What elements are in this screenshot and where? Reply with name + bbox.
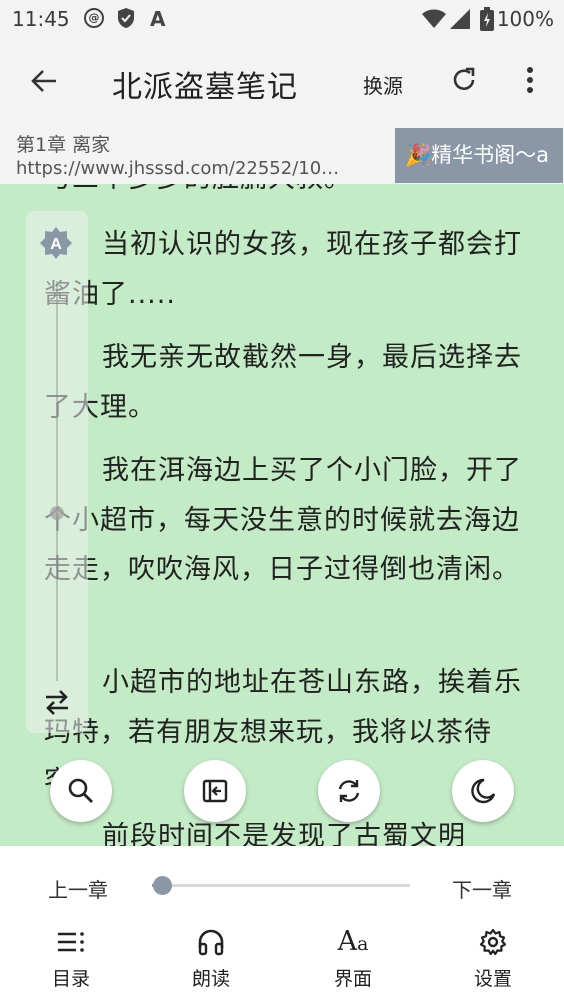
headphones-icon	[166, 924, 256, 960]
more-vert-icon	[527, 67, 533, 93]
gear-icon	[448, 924, 538, 960]
next-chapter-button[interactable]: 下一章	[452, 874, 512, 903]
chapter-progress-knob[interactable]	[152, 876, 172, 895]
signal-icon	[450, 9, 470, 33]
night-mode-button[interactable]	[452, 760, 514, 822]
refresh-button[interactable]	[446, 60, 482, 100]
auto-page-button[interactable]	[184, 760, 246, 822]
battery-icon	[480, 7, 494, 35]
previous-chapter-button[interactable]: 上一章	[48, 874, 108, 903]
replace-button[interactable]	[318, 760, 380, 822]
paragraph: 当初认识的女孩，现在孩子都会打酱油了.....	[44, 229, 522, 310]
nav-catalog-label: 目录	[51, 968, 90, 990]
nav-read-aloud[interactable]: 朗读	[166, 924, 256, 1002]
swap-horiz-icon	[46, 690, 68, 715]
catalog-icon	[26, 924, 116, 960]
more-menu-button[interactable]	[516, 60, 544, 100]
a-icon: A	[150, 7, 166, 31]
auto-page-icon	[202, 779, 228, 803]
bottom-menu: 上一章 下一章 目录 朗读 Aa 界面 设置	[0, 846, 564, 1004]
source-name-badge[interactable]: 🎉精华书阁〜a	[395, 128, 563, 183]
brightness-slider[interactable]	[56, 281, 58, 681]
switch-source-button[interactable]: 换源	[363, 70, 403, 99]
auto-brightness-label: A	[50, 236, 62, 253]
paragraph: 与三个多多的肚腩大叔。	[44, 184, 524, 204]
nav-settings-label: 设置	[473, 968, 512, 990]
top-app-bar: 北派盗墓笔记 换源	[0, 38, 564, 124]
paragraph: 我无亲无故截然一身，最后选择去了大理。	[44, 342, 522, 423]
battery-percent: 100%	[496, 7, 554, 31]
chapter-title: 第1章 离家	[16, 134, 111, 156]
status-bar: 11:45 @ A 100%	[0, 0, 564, 38]
search-icon	[68, 778, 93, 803]
search-button[interactable]	[50, 760, 112, 822]
font-icon: Aa	[337, 926, 369, 957]
book-title: 北派盗墓笔记	[112, 70, 298, 105]
swap-side-button[interactable]	[40, 689, 74, 719]
arrow-left-icon	[31, 70, 56, 92]
nav-catalog[interactable]: 目录	[26, 924, 116, 1002]
nav-read-aloud-label: 朗读	[191, 968, 230, 990]
shield-icon	[116, 7, 136, 33]
nav-settings[interactable]: 设置	[448, 924, 538, 1002]
brightness-auto-icon: A	[40, 227, 72, 259]
chapter-progress-track[interactable]	[152, 884, 410, 887]
night-mode-icon	[471, 778, 496, 804]
refresh-icon	[453, 67, 475, 90]
paragraph: 我在洱海边上买了个小门脸，开了个小超市，每天没生意的时候就去海边走走，吹吹海风，…	[44, 455, 522, 585]
back-button[interactable]	[22, 60, 66, 104]
chapter-url: https://www.jhsssd.com/22552/10…	[16, 158, 340, 179]
replace-icon	[338, 780, 360, 802]
brightness-panel: A	[26, 211, 88, 733]
chapter-info-bar: 第1章 离家 https://www.jhsssd.com/22552/10… …	[0, 124, 564, 184]
wifi-icon	[422, 9, 446, 33]
sync-badge-icon: @	[84, 8, 104, 28]
nav-interface-label: 界面	[333, 968, 372, 990]
nav-interface[interactable]: Aa 界面	[308, 924, 398, 1002]
brightness-slider-knob[interactable]	[50, 506, 64, 520]
status-time: 11:45	[12, 7, 70, 31]
auto-brightness-button[interactable]: A	[39, 226, 73, 260]
paragraph: 前段时间不是发现了古蜀文明	[102, 821, 466, 846]
